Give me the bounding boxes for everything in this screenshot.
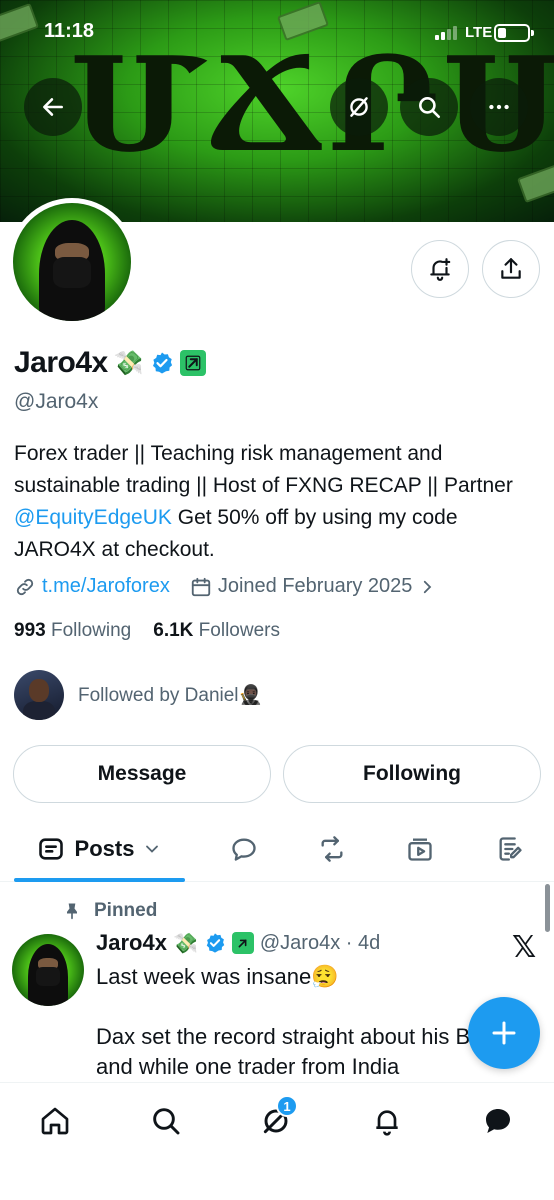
search-button[interactable] bbox=[400, 78, 458, 136]
profile-meta: t.me/Jaroforex Joined February 2025 bbox=[14, 575, 436, 598]
profile-avatar[interactable] bbox=[8, 198, 136, 326]
x-logo-icon: 𝕏 bbox=[512, 930, 537, 965]
profile-website-link[interactable]: t.me/Jaroforex bbox=[42, 575, 170, 598]
nav-grok[interactable]: 1 bbox=[256, 1095, 298, 1141]
network-label: LTE bbox=[465, 24, 493, 41]
bell-icon bbox=[376, 1110, 398, 1136]
affiliate-badge-icon bbox=[231, 932, 254, 954]
bottom-navigation: 1 bbox=[0, 1082, 554, 1200]
grok-icon bbox=[350, 97, 368, 117]
post-author-emoji: 💸 bbox=[172, 932, 198, 955]
share-icon bbox=[501, 258, 521, 279]
share-button[interactable] bbox=[482, 240, 540, 298]
following-button[interactable]: Following bbox=[283, 745, 541, 803]
calendar-icon bbox=[191, 577, 210, 596]
chevron-right-icon[interactable] bbox=[418, 578, 436, 596]
nav-search[interactable] bbox=[146, 1101, 186, 1141]
grok-button[interactable] bbox=[330, 78, 388, 136]
article-icon bbox=[499, 837, 522, 861]
status-bar: 11:18 LTE bbox=[0, 0, 554, 64]
post-author-name[interactable]: Jaro4x bbox=[96, 930, 167, 956]
affiliate-badge-icon[interactable] bbox=[179, 350, 206, 376]
tab-articles[interactable] bbox=[488, 818, 532, 880]
bio-text: Forex trader || Teaching risk management… bbox=[14, 442, 513, 497]
pinned-label: Pinned bbox=[62, 900, 157, 922]
repost-icon bbox=[321, 836, 343, 862]
notification-badge: 1 bbox=[276, 1095, 298, 1117]
status-time: 11:18 bbox=[44, 20, 95, 42]
joined-date: Joined February 2025 bbox=[217, 575, 413, 597]
posts-icon bbox=[38, 838, 63, 860]
profile-bio: Forex trader || Teaching risk management… bbox=[14, 438, 544, 566]
bell-plus-icon bbox=[430, 258, 451, 281]
battery-icon bbox=[494, 24, 534, 42]
more-horizontal-icon bbox=[489, 104, 509, 110]
chevron-down-icon bbox=[146, 845, 159, 853]
followed-by-row[interactable]: Followed by Daniel🥷🏿 bbox=[14, 670, 262, 720]
signal-icon bbox=[435, 26, 457, 40]
search-icon bbox=[419, 97, 441, 119]
bio-mention-link[interactable]: @EquityEdgeUK bbox=[14, 506, 172, 529]
post-header: Jaro4x 💸 @Jaro4x · 4d bbox=[96, 930, 380, 956]
tab-active-indicator bbox=[14, 878, 185, 882]
arrow-left-icon bbox=[43, 98, 63, 116]
tab-media[interactable] bbox=[398, 818, 442, 880]
compose-button[interactable] bbox=[468, 997, 540, 1069]
pinned-text: Pinned bbox=[94, 900, 158, 921]
verified-badge-icon bbox=[206, 933, 225, 953]
link-icon bbox=[16, 578, 34, 595]
tab-reposts[interactable] bbox=[310, 818, 354, 880]
tab-replies[interactable] bbox=[222, 818, 266, 880]
profile-handle: @Jaro4x bbox=[14, 390, 99, 413]
scrollbar[interactable] bbox=[545, 884, 550, 932]
post-author-avatar[interactable] bbox=[12, 934, 84, 1006]
profile-tabs: Posts bbox=[0, 818, 554, 882]
back-button[interactable] bbox=[24, 78, 82, 136]
plus-icon bbox=[492, 1021, 516, 1045]
tab-posts[interactable]: Posts bbox=[14, 818, 185, 880]
search-icon bbox=[153, 1108, 180, 1135]
follow-counts: 993 Following 6.1K Followers bbox=[14, 620, 280, 642]
home-icon bbox=[41, 1107, 69, 1135]
reply-bubble-icon bbox=[232, 838, 256, 861]
follower-avatar bbox=[14, 670, 64, 720]
post-handle-time: @Jaro4x · 4d bbox=[259, 931, 381, 954]
nav-home[interactable] bbox=[35, 1101, 75, 1141]
nav-messages[interactable] bbox=[478, 1101, 518, 1141]
name-emoji: 💸 bbox=[113, 349, 144, 377]
notifications-subscribe-button[interactable] bbox=[411, 240, 469, 298]
pin-icon bbox=[67, 903, 77, 920]
followed-by-text: Followed by Daniel🥷🏿 bbox=[78, 685, 263, 706]
verified-badge-icon[interactable] bbox=[150, 351, 174, 375]
media-icon bbox=[408, 838, 432, 861]
tab-posts-label: Posts bbox=[74, 836, 135, 861]
more-button[interactable] bbox=[470, 78, 528, 136]
name-row: Jaro4x 💸 bbox=[14, 346, 206, 380]
followers-count-link[interactable]: 6.1K Followers bbox=[153, 620, 280, 642]
nav-notifications[interactable] bbox=[367, 1101, 407, 1141]
display-name: Jaro4x bbox=[14, 346, 108, 379]
following-count-link[interactable]: 993 Following bbox=[14, 620, 131, 642]
avatar-image bbox=[13, 203, 131, 321]
message-button[interactable]: Message bbox=[13, 745, 271, 803]
chat-bubble-icon bbox=[486, 1109, 510, 1133]
